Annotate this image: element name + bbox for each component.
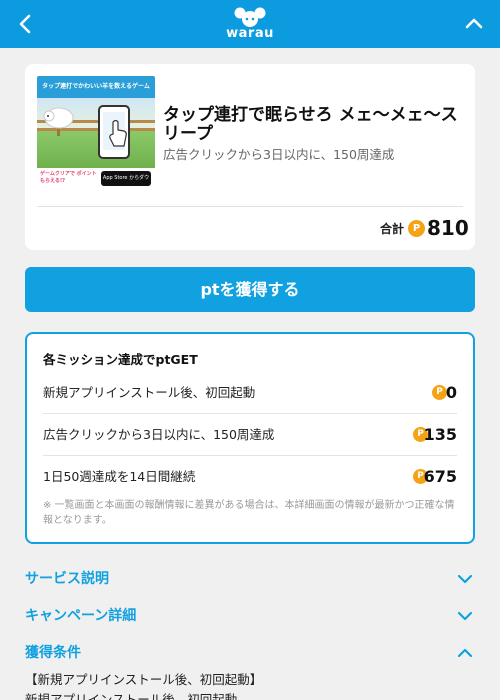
app-title: タップ連打で眠らせろ メェ〜メェ〜スリープ	[163, 105, 458, 144]
sheep-illustration	[37, 105, 155, 159]
thumbnail-scene	[37, 98, 155, 168]
app-thumbnail: タップ連打でかわいい羊を数えるゲーム ゲームクリアで ポイントもらえる!? Ap…	[37, 76, 155, 190]
reward-note: ※ 一覧画面と本画面の報酬情報に差異がある場合は、本詳細画面の情報が最新かつ正確…	[43, 500, 455, 526]
warau-logo[interactable]: warau	[224, 7, 276, 41]
mission-points: 135	[423, 425, 457, 444]
section-label: サービス説明	[25, 571, 109, 587]
mission-label: 1日50週達成を14日間継続	[43, 469, 196, 484]
section-acquisition-conditions[interactable]: 獲得条件	[25, 641, 475, 665]
section-label: 獲得条件	[25, 645, 81, 661]
thumbnail-banner: タップ連打でかわいい羊を数えるゲーム	[37, 76, 155, 98]
chevron-down-icon	[457, 611, 473, 621]
app-subtitle: 広告クリックから3日以内に、150周達成	[163, 147, 395, 162]
point-coin-icon: P	[432, 385, 447, 400]
thumbnail-footer: ゲームクリアで ポイントもらえる!? App Store からダウンロード	[37, 168, 155, 190]
mission-row: 広告クリックから3日以内に、150周達成 P 135	[43, 414, 457, 456]
thumbnail-footer-text: ゲームクリアで ポイントもらえる!?	[40, 171, 97, 184]
condition-heading: 【新規アプリインストール後、初回起動】	[25, 672, 263, 687]
section-label: キャンペーン詳細	[25, 608, 137, 624]
appstore-badge: App Store からダウンロード	[101, 171, 151, 186]
condition-text: 新規アプリインストール後、初回起動	[25, 692, 238, 700]
section-service-description[interactable]: サービス説明	[25, 567, 475, 591]
mission-label: 広告クリックから3日以内に、150周達成	[43, 427, 275, 442]
point-coin-icon: P	[408, 220, 425, 237]
missions-card: 各ミッション達成でptGET 新規アプリインストール後、初回起動 P 0 広告ク…	[25, 332, 475, 544]
app-info-card: タップ連打でかわいい羊を数えるゲーム ゲームクリアで ポイントもらえる!? Ap…	[25, 64, 475, 250]
missions-heading: 各ミッション達成でptGET	[43, 352, 198, 367]
mission-points: 0	[445, 383, 457, 402]
mission-row: 1日50週達成を14日間継続 P 675	[43, 456, 457, 498]
logo-text: warau	[226, 26, 274, 41]
chevron-down-icon	[457, 574, 473, 584]
section-campaign-details[interactable]: キャンペーン詳細	[25, 604, 475, 628]
app-header: warau	[0, 0, 500, 48]
mission-points: 675	[423, 467, 457, 486]
mission-row: 新規アプリインストール後、初回起動 P 0	[43, 372, 457, 414]
total-label: 合計	[380, 222, 405, 236]
divider	[37, 206, 463, 207]
back-chevron-icon[interactable]	[14, 12, 36, 36]
total-points: 810	[427, 216, 469, 240]
chevron-up-icon	[457, 648, 473, 658]
collapse-chevron-icon[interactable]	[462, 12, 486, 36]
get-points-button[interactable]: ptを獲得する	[25, 267, 475, 312]
mission-label: 新規アプリインストール後、初回起動	[43, 385, 256, 400]
